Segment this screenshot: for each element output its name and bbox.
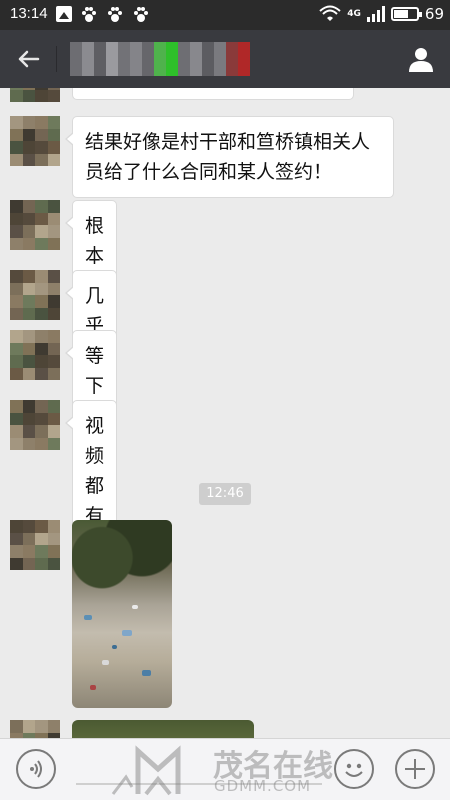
- input-toolbar: 茂名在线 GDMM.COM: [0, 738, 450, 800]
- contact-avatar[interactable]: [10, 116, 60, 166]
- contact-avatar[interactable]: [10, 200, 60, 250]
- chat-title-pixelated: [70, 42, 250, 76]
- message-bubble[interactable]: 结果好像是村干部和笪桥镇相关人员给了什么合同和某人签约！: [65, 116, 394, 198]
- back-arrow-icon[interactable]: [14, 44, 44, 74]
- signal-icon: [366, 6, 385, 22]
- title-divider: [56, 46, 57, 72]
- contact-avatar[interactable]: [10, 88, 60, 102]
- system-status: 4G 69: [319, 5, 444, 23]
- chat-title-bar: [0, 30, 450, 88]
- voice-icon: [30, 760, 42, 778]
- wifi-icon: [319, 5, 341, 21]
- more-options-button[interactable]: [395, 749, 435, 789]
- battery-level: 69: [424, 5, 444, 23]
- timestamp-divider: 12:46: [199, 483, 251, 505]
- battery-icon: [390, 7, 422, 21]
- message-bubble[interactable]: [72, 88, 354, 100]
- emoji-button[interactable]: [334, 749, 374, 789]
- message-input[interactable]: [76, 783, 322, 785]
- paw-notification-icon: [108, 7, 122, 22]
- watermark-logo-icon: [111, 745, 181, 796]
- image-notification-icon: [56, 6, 72, 22]
- user-icon: [409, 48, 433, 72]
- watermark-text: 茂名在线: [213, 749, 333, 784]
- watermark-subtext: GDMM.COM: [214, 777, 312, 795]
- emoji-icon: [345, 763, 363, 777]
- paw-notification-icon: [82, 7, 96, 22]
- status-time: 13:14: [10, 5, 48, 22]
- paw-notification-icon: [134, 7, 148, 22]
- contact-avatar[interactable]: [10, 270, 60, 320]
- network-type-label: 4G: [347, 9, 361, 19]
- voice-input-button[interactable]: [16, 749, 56, 789]
- contact-avatar[interactable]: [10, 520, 60, 570]
- status-bar: 13:14 4G 69: [0, 0, 450, 30]
- notification-icons: [56, 6, 150, 24]
- chat-area[interactable]: 结果好像是村干部和笪桥镇相关人员给了什么合同和某人签约！ 根本不公开 几乎都是黑…: [0, 88, 450, 738]
- contact-avatar[interactable]: [10, 400, 60, 450]
- chat-info-button[interactable]: [406, 44, 436, 74]
- site-watermark: 茂名在线 GDMM.COM: [108, 739, 348, 800]
- contact-avatar[interactable]: [10, 720, 60, 738]
- photo-message[interactable]: [72, 720, 254, 738]
- contact-avatar[interactable]: [10, 330, 60, 380]
- photo-message[interactable]: [72, 520, 172, 708]
